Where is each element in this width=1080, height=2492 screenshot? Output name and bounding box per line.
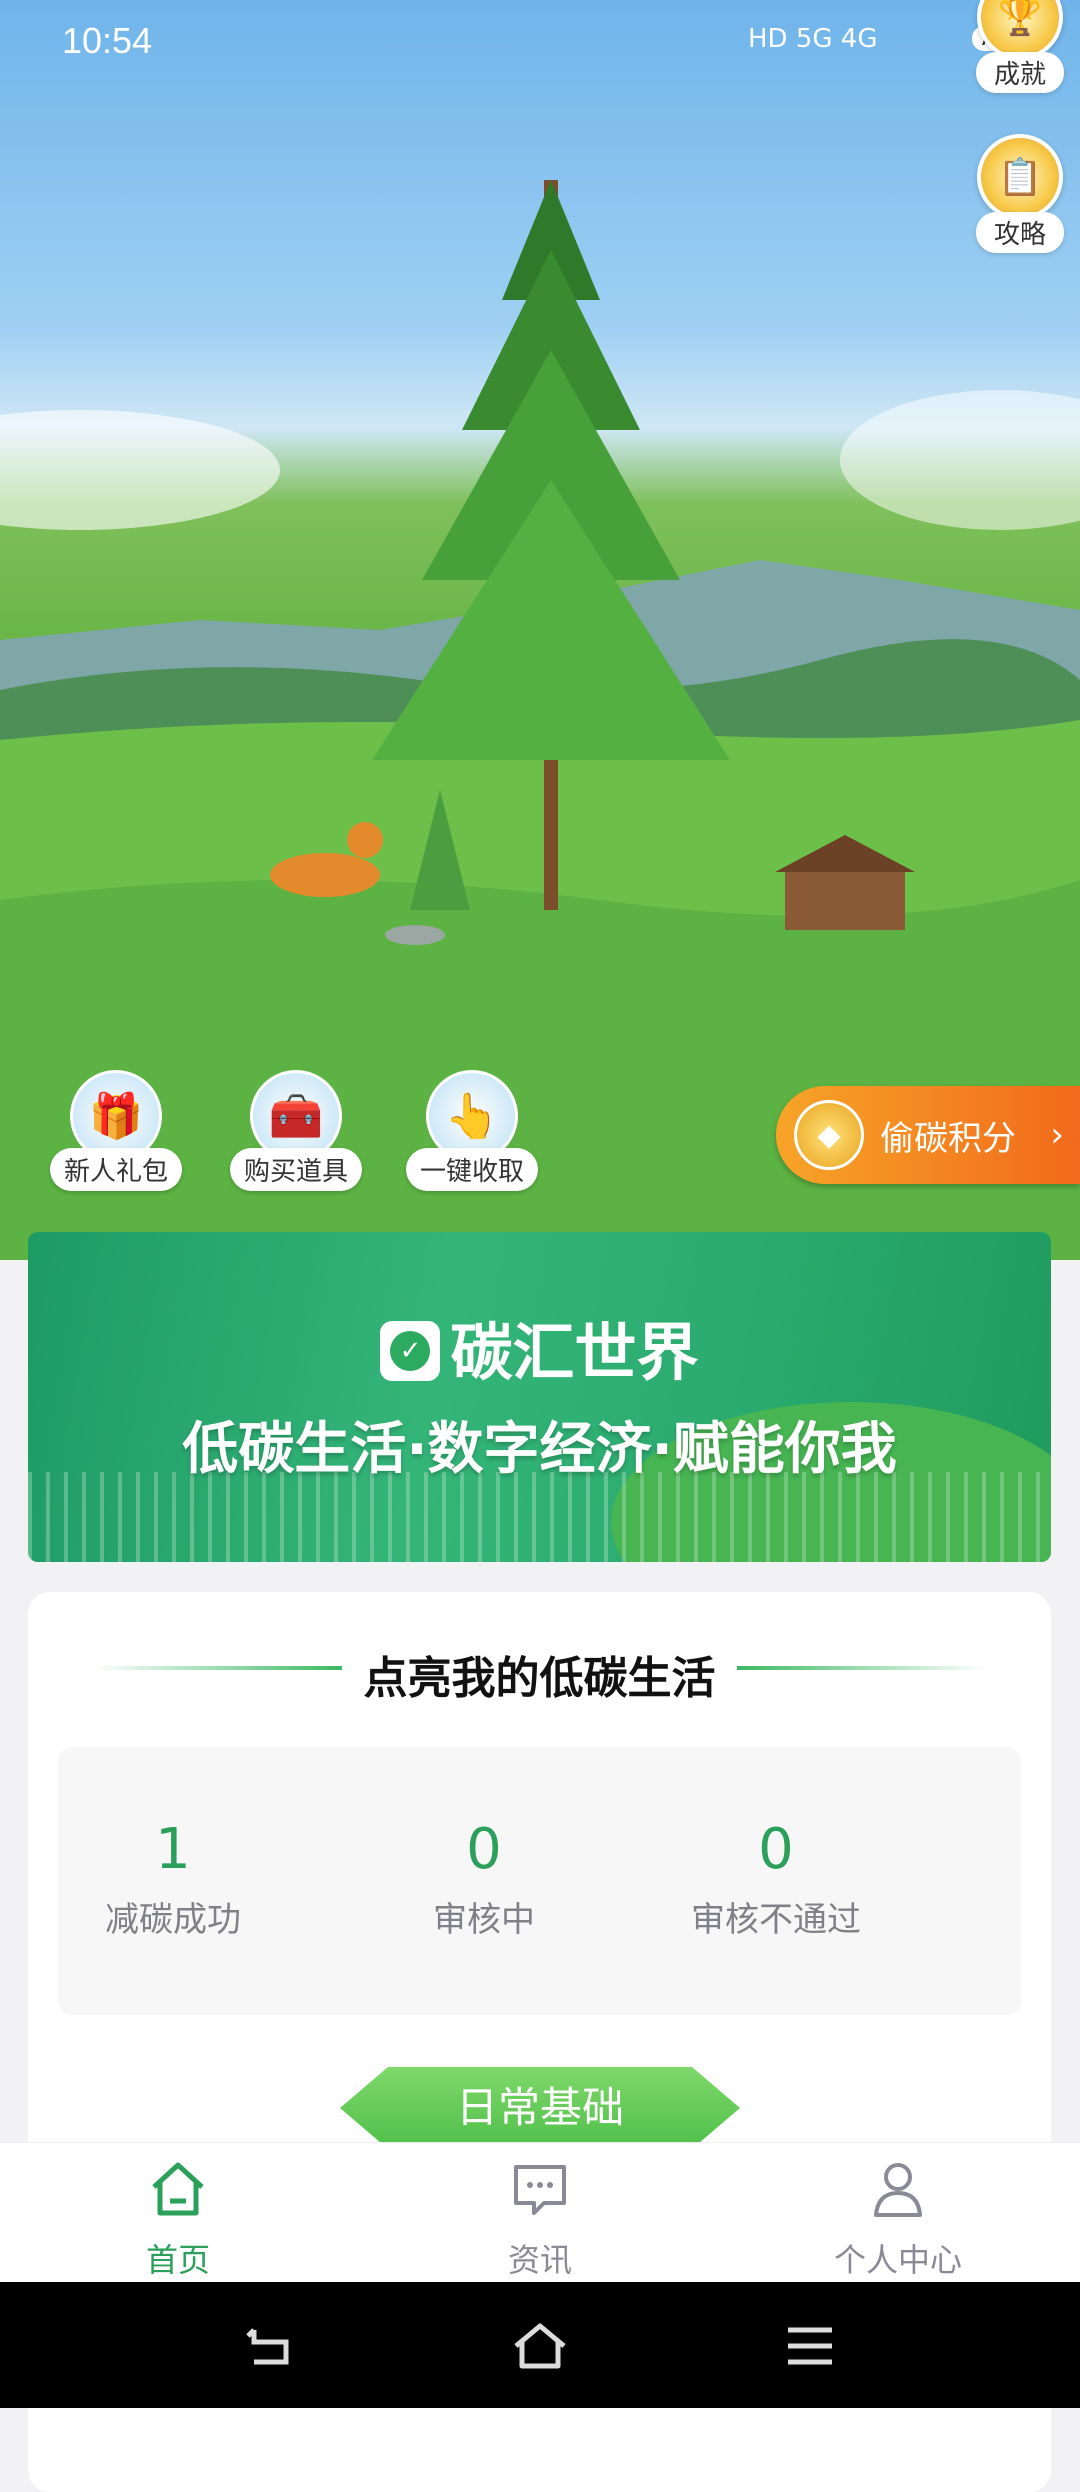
achievement-label: 成就: [975, 52, 1064, 93]
achievement-button[interactable]: 🏆 成就: [966, 0, 1074, 93]
coin-icon: ◆: [794, 1100, 864, 1170]
bottom-tab-bar: 首页 资讯 个人中心: [0, 2142, 1080, 2283]
stat-value: 0: [758, 1817, 794, 1882]
banner-title: 碳汇世界: [450, 1316, 699, 1389]
buy-items-label: 购买道具: [229, 1148, 362, 1191]
home-icon: [152, 2162, 204, 2216]
app-logo-icon: ✓: [380, 1320, 441, 1381]
system-navigation-bar: [0, 2282, 1080, 2408]
card-title: 点亮我的低碳生活: [363, 1653, 716, 1704]
stat-value: 1: [155, 1817, 191, 1882]
stat-reduction-success[interactable]: 1 减碳成功: [23, 1817, 323, 1941]
menu-icon[interactable]: [780, 2316, 840, 2376]
tab-home-label: 首页: [145, 2241, 210, 2279]
steal-carbon-points-label: 偷碳积分: [880, 1118, 1016, 1159]
tab-news[interactable]: 资讯: [440, 2157, 640, 2281]
person-icon: [874, 2163, 922, 2217]
guide-icon: 📋: [977, 134, 1063, 220]
signal-icons: HD 5G 4G: [748, 24, 878, 54]
collect-all-button[interactable]: 👆 一键收取: [382, 1070, 562, 1191]
trophy-icon: 🏆: [977, 0, 1063, 60]
promo-banner[interactable]: ✓ 碳汇世界 低碳生活·数字经济·赋能你我: [28, 1232, 1051, 1562]
guide-button[interactable]: 📋 攻略: [966, 134, 1074, 253]
home-nav-icon[interactable]: [510, 2316, 570, 2376]
stat-label: 审核不通过: [691, 1900, 861, 1940]
guide-label: 攻略: [975, 212, 1064, 253]
stats-panel: 1 减碳成功 0 审核中 0 审核不通过: [58, 1747, 1021, 2015]
new-user-gift-label: 新人礼包: [49, 1148, 182, 1191]
tab-news-label: 资讯: [507, 2241, 572, 2279]
banner-subtitle: 低碳生活·数字经济·赋能你我: [182, 1417, 897, 1482]
chevron-right-icon: ›: [1050, 1115, 1064, 1155]
new-user-gift-button[interactable]: 🎁 新人礼包: [26, 1070, 206, 1191]
daily-basics-section-label: 日常基础: [340, 2067, 740, 2149]
tab-home[interactable]: 首页: [78, 2157, 278, 2281]
tab-profile[interactable]: 个人中心: [798, 2157, 998, 2281]
chat-icon: [514, 2165, 566, 2215]
tab-profile-label: 个人中心: [833, 2241, 962, 2279]
status-bar: 10:54 HD 5G 4G 74: [0, 0, 1080, 90]
stat-review-rejected[interactable]: 0 审核不通过: [626, 1817, 926, 1941]
steal-carbon-points-button[interactable]: ◆ 偷碳积分 ›: [776, 1086, 1080, 1184]
status-time: 10:54: [62, 20, 153, 61]
buy-items-button[interactable]: 🧰 购买道具: [206, 1070, 386, 1191]
back-icon[interactable]: [240, 2316, 300, 2376]
stat-under-review[interactable]: 0 审核中: [334, 1817, 634, 1941]
stat-value: 0: [466, 1817, 502, 1882]
collect-all-label: 一键收取: [405, 1148, 538, 1191]
stat-label: 减碳成功: [105, 1900, 241, 1940]
stat-label: 审核中: [433, 1900, 535, 1940]
